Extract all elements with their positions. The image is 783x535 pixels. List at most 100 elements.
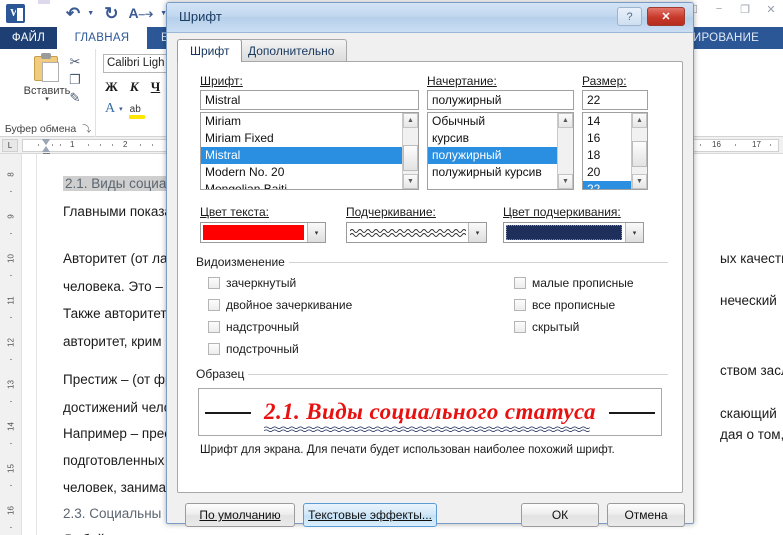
font-list-item[interactable]: Miriam xyxy=(201,113,402,130)
vruler-tick-15: 15 xyxy=(6,464,16,473)
vruler-tick-13: 13 xyxy=(6,380,16,389)
underline-style-caret-icon[interactable]: ▾ xyxy=(468,223,486,242)
scroll-up-icon[interactable]: ▲ xyxy=(632,113,647,128)
font-list-item[interactable]: Modern No. 20 xyxy=(201,164,402,181)
scroll-thumb[interactable] xyxy=(632,141,647,167)
undo-icon[interactable]: ↶ xyxy=(66,5,80,22)
doc-line-0: 2.1. Виды социа xyxy=(63,176,169,191)
checkbox-strikethrough[interactable]: зачеркнутый xyxy=(208,276,296,290)
tab-stop-selector[interactable]: L xyxy=(2,139,18,152)
doc-line-1: Главными показа xyxy=(63,204,172,219)
checkbox-double-strikethrough[interactable]: двойное зачеркивание xyxy=(208,298,352,312)
tab-font[interactable]: Шрифт xyxy=(177,39,243,62)
font-color-icon[interactable]: A xyxy=(105,101,115,117)
font-list-scrollbar[interactable]: ▲ ▼ xyxy=(402,113,418,189)
style-list-item[interactable]: полужирный курсив xyxy=(428,164,557,181)
style-list-item[interactable]: Обычный xyxy=(428,113,557,130)
format-painter-icon[interactable]: ✎ xyxy=(58,89,92,107)
dialog-title: Шрифт xyxy=(179,9,222,24)
text-effects-button[interactable]: Текстовые эффекты... xyxy=(303,503,437,527)
scroll-thumb[interactable] xyxy=(403,145,418,171)
style-list[interactable]: Обычный курсив полужирный полужирный кур… xyxy=(427,112,574,190)
font-name-input[interactable]: Mistral xyxy=(200,90,419,110)
doc-line-6: Престиж – (от фр xyxy=(63,372,173,387)
indent-marker[interactable] xyxy=(42,139,51,158)
font-list[interactable]: Miriam Miriam Fixed Mistral Modern No. 2… xyxy=(200,112,419,190)
undo-caret-icon[interactable]: ▼ xyxy=(87,10,94,17)
scroll-down-icon[interactable]: ▼ xyxy=(558,174,573,189)
scroll-down-icon[interactable]: ▼ xyxy=(403,174,418,189)
dialog-titlebar[interactable]: Шрифт ? ✕ xyxy=(167,3,693,33)
font-list-item[interactable]: Miriam Fixed xyxy=(201,130,402,147)
minimize-icon[interactable]: − xyxy=(711,2,727,16)
checkbox-box[interactable] xyxy=(208,343,220,355)
size-list-item[interactable]: 14 xyxy=(583,113,631,130)
text-color-button[interactable]: ▾ xyxy=(200,222,326,243)
size-list-item[interactable]: 18 xyxy=(583,147,631,164)
touch-mode-icon[interactable]: A⤍ xyxy=(128,5,153,22)
underline-style-button[interactable]: ▾ xyxy=(346,222,487,243)
size-list-item[interactable]: 16 xyxy=(583,130,631,147)
tab-home[interactable]: ГЛАВНАЯ xyxy=(57,27,147,49)
size-label: Размер: xyxy=(582,74,627,88)
checkbox-hidden[interactable]: скрытый xyxy=(514,320,579,334)
style-list-item[interactable]: курсив xyxy=(428,130,557,147)
checkbox-box[interactable] xyxy=(208,277,220,289)
size-list-scrollbar[interactable]: ▲ ▼ xyxy=(631,113,647,189)
redo-icon[interactable]: ↻ xyxy=(104,5,118,22)
close-icon[interactable]: ✕ xyxy=(647,7,685,26)
highlight-icon[interactable]: ab xyxy=(128,104,145,119)
clipboard-dialog-launcher-icon[interactable]: ⤵ xyxy=(82,124,91,134)
underline-button[interactable]: Ч xyxy=(151,79,161,95)
style-list-item-selected[interactable]: полужирный xyxy=(428,147,557,164)
font-list-item[interactable]: Mongolian Baiti xyxy=(201,181,402,189)
checkbox-box[interactable] xyxy=(208,299,220,311)
ok-button[interactable]: ОК xyxy=(521,503,599,527)
font-color-caret-icon[interactable]: ▾ xyxy=(119,105,123,113)
scroll-up-icon[interactable]: ▲ xyxy=(403,113,418,128)
checkbox-small-caps[interactable]: малые прописные xyxy=(514,276,634,290)
help-icon[interactable]: ? xyxy=(617,7,642,26)
scroll-up-icon[interactable]: ▲ xyxy=(558,113,573,128)
paste-caret-icon[interactable]: ▾ xyxy=(45,96,49,103)
italic-button[interactable]: К xyxy=(130,79,139,95)
scroll-down-icon[interactable]: ▼ xyxy=(632,174,647,189)
maximize-icon[interactable]: ❐ xyxy=(737,2,753,16)
close-window-icon[interactable]: ✕ xyxy=(763,2,779,16)
checkbox-superscript[interactable]: надстрочный xyxy=(208,320,299,334)
doc-line-11: 2.3. Социальны xyxy=(63,506,161,521)
checkbox-box[interactable] xyxy=(208,321,220,333)
cancel-button[interactable]: Отмена xyxy=(607,503,685,527)
default-button[interactable]: По умолчанию xyxy=(185,503,295,527)
style-input[interactable]: полужирный xyxy=(427,90,574,110)
size-list-item[interactable]: 20 xyxy=(583,164,631,181)
doc-line-5: авторитет, крим xyxy=(63,334,162,349)
copy-icon[interactable]: ❐ xyxy=(58,71,92,89)
checkbox-label: надстрочный xyxy=(226,320,300,334)
bold-button[interactable]: Ж xyxy=(105,79,118,95)
size-list[interactable]: 14 16 18 20 22 ▲ ▼ xyxy=(582,112,648,190)
clipboard-group-label: Буфер обмена ⤵ xyxy=(0,122,96,135)
font-list-item-selected[interactable]: Mistral xyxy=(201,147,402,164)
clipboard-group: Вставить ▾ ✂ ❐ ✎ Буфер обмена ⤵ xyxy=(0,49,96,137)
checkbox-box[interactable] xyxy=(514,277,526,289)
style-list-scrollbar[interactable]: ▲ ▼ xyxy=(557,113,573,189)
sample-note: Шрифт для экрана. Для печати будет испол… xyxy=(200,444,615,456)
underline-color-caret-icon[interactable]: ▾ xyxy=(625,223,643,242)
window-controls: ☐ − ❐ ✕ xyxy=(685,2,779,16)
size-input[interactable]: 22 xyxy=(582,90,648,110)
checkbox-box[interactable] xyxy=(514,299,526,311)
underline-color-button[interactable]: ▾ xyxy=(503,222,644,243)
checkbox-all-caps[interactable]: все прописные xyxy=(514,298,615,312)
sample-rule-left xyxy=(205,412,251,414)
cut-icon[interactable]: ✂ xyxy=(58,53,92,71)
font-dialog[interactable]: Шрифт ? ✕ Шрифт Дополнительно Шрифт: Mis… xyxy=(166,2,694,527)
size-list-item-selected[interactable]: 22 xyxy=(583,181,631,189)
checkbox-box[interactable] xyxy=(514,321,526,333)
tab-advanced[interactable]: Дополнительно xyxy=(235,39,348,61)
doc-line-8: Например – прес xyxy=(63,426,171,441)
checkbox-subscript[interactable]: подстрочный xyxy=(208,342,299,356)
tab-file[interactable]: ФАЙЛ xyxy=(0,27,57,49)
save-icon[interactable] xyxy=(36,4,56,24)
text-color-caret-icon[interactable]: ▾ xyxy=(307,223,325,242)
